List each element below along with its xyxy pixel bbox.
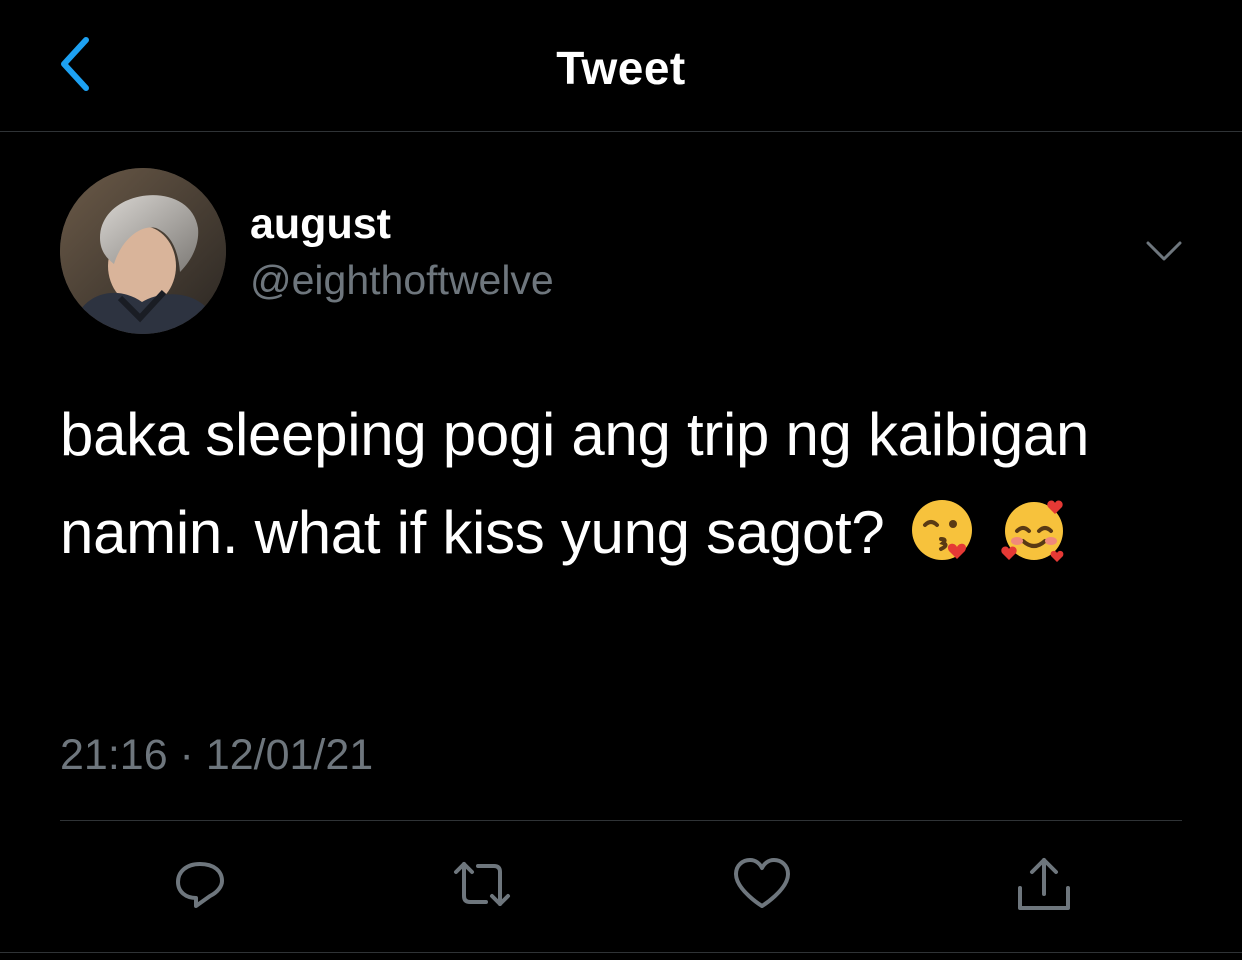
kiss-emoji-icon xyxy=(907,495,977,594)
page-title: Tweet xyxy=(556,42,686,94)
reply-icon xyxy=(176,862,224,908)
share-button[interactable] xyxy=(1012,852,1076,916)
tweet-text: baka sleeping pogi ang trip ng kaibigan … xyxy=(60,386,1190,594)
profile-photo xyxy=(60,168,226,334)
author-name[interactable]: august xyxy=(250,198,391,250)
chevron-down-icon xyxy=(1146,241,1182,261)
reply-button[interactable] xyxy=(168,852,232,916)
divider xyxy=(60,820,1182,821)
avatar[interactable] xyxy=(60,168,226,334)
top-nav-bar: Tweet xyxy=(0,0,1242,132)
hearts-face-emoji-icon xyxy=(999,495,1069,594)
like-button[interactable] xyxy=(730,852,794,916)
retweet-button[interactable] xyxy=(450,852,514,916)
bottom-divider xyxy=(0,952,1242,953)
more-options-button[interactable] xyxy=(1138,228,1190,274)
tweet-timestamp: 21:16 · 12/01/21 xyxy=(60,731,374,779)
retweet-icon xyxy=(454,862,510,906)
heart-icon xyxy=(734,858,790,908)
share-icon xyxy=(1018,858,1070,910)
author-handle[interactable]: @eighthoftwelve xyxy=(250,254,554,306)
